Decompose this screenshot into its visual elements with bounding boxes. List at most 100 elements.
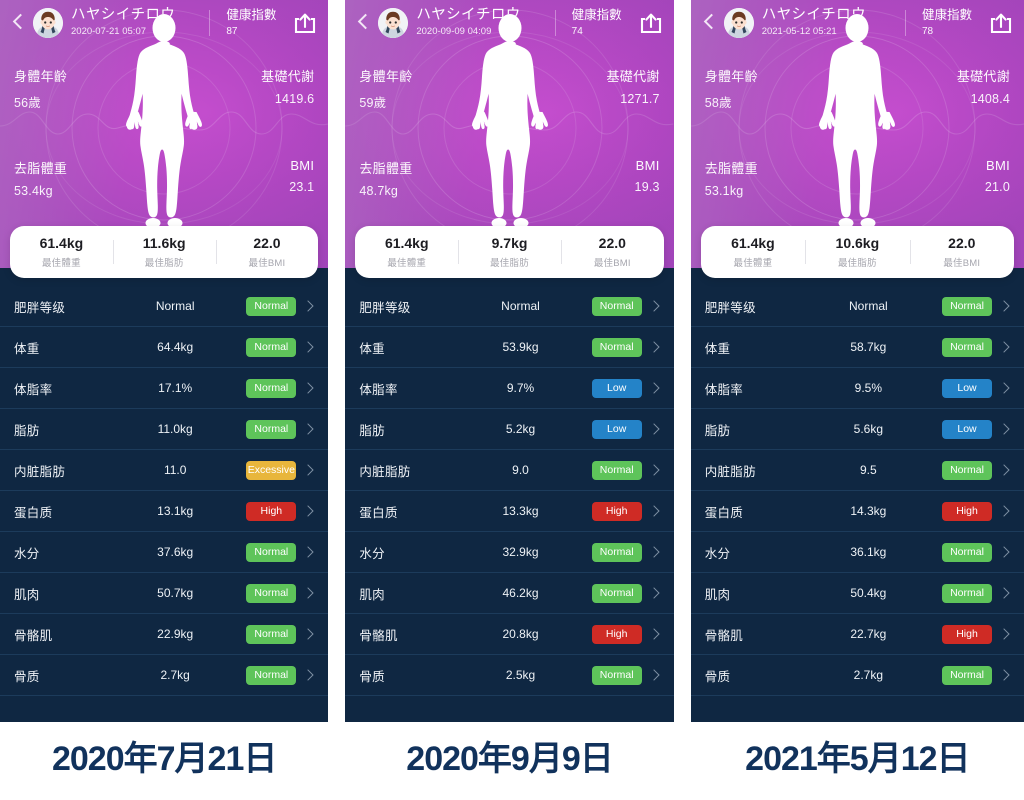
metric-label: 脂肪 [359, 423, 385, 438]
metric-row[interactable]: 肌肉 50.7kg Normal [0, 573, 329, 614]
chevron-right-icon[interactable] [300, 666, 318, 684]
status-badge: Normal [246, 419, 297, 439]
chevron-right-icon[interactable] [300, 584, 318, 602]
metric-value: 2.7kg [160, 668, 190, 682]
metric-value: 58.7kg [850, 340, 887, 354]
chevron-right-icon[interactable] [996, 584, 1014, 602]
metric-row[interactable]: 肌肉 46.2kg Normal [345, 573, 674, 614]
metric-row[interactable]: 脂肪 5.6kg Low [690, 409, 1024, 450]
chevron-right-icon[interactable] [646, 666, 664, 684]
metric-row[interactable]: 水分 32.9kg Normal [345, 532, 674, 573]
chevron-left-icon[interactable] [12, 12, 25, 34]
health-score-value: 74 [571, 25, 583, 37]
metrics-list: 肥胖等级 Normal Normal 体重 58.7kg Normal 体脂率 9.5% Low… [690, 278, 1024, 722]
chevron-right-icon[interactable] [646, 502, 664, 520]
metric-row[interactable]: 蛋白质 13.3kg High [345, 491, 674, 532]
metric-row[interactable]: 蛋白质 14.3kg High [690, 491, 1024, 532]
stat-bmi-label: BMI [986, 158, 1011, 173]
metric-row[interactable]: 蛋白质 13.1kg High [0, 491, 329, 532]
metric-row[interactable]: 肥胖等级 Normal Normal [345, 286, 674, 327]
chevron-right-icon[interactable] [996, 461, 1014, 479]
metric-row[interactable]: 体重 64.4kg Normal [0, 327, 329, 368]
stat-fat-free-mass-value: 53.1kg [704, 184, 744, 198]
metric-row[interactable]: 骨质 2.7kg Normal [690, 655, 1024, 696]
chevron-right-icon[interactable] [996, 625, 1014, 643]
metric-row[interactable]: 内脏脂肪 9.0 Normal [345, 450, 674, 491]
chevron-right-icon[interactable] [300, 379, 318, 397]
metrics-list: 肥胖等级 Normal Normal 体重 53.9kg Normal 体脂率 9.7% Low… [345, 278, 674, 722]
status-badge: Normal [591, 460, 642, 480]
metric-value: Normal [155, 299, 195, 313]
metric-row[interactable]: 肥胖等级 Normal Normal [690, 286, 1024, 327]
chevron-left-icon[interactable] [703, 12, 716, 34]
chevron-right-icon[interactable] [646, 297, 664, 315]
summary-item: 61.4kg 最佳體重 [701, 235, 805, 269]
chevron-right-icon[interactable] [646, 338, 664, 356]
metric-row[interactable]: 骨骼肌 22.7kg High [690, 614, 1024, 655]
metric-value: 36.1kg [850, 545, 887, 559]
metric-row[interactable]: 骨质 2.7kg Normal [0, 655, 329, 696]
chevron-right-icon[interactable] [996, 543, 1014, 561]
metric-row[interactable]: 体重 58.7kg Normal [690, 327, 1024, 368]
chevron-right-icon[interactable] [996, 420, 1014, 438]
comparison-column: ハヤシイチロウ 2020-07-21 05:07 健康指數 87 身體年齡 56… [0, 0, 329, 800]
chevron-right-icon[interactable] [300, 502, 318, 520]
chevron-right-icon[interactable] [646, 543, 664, 561]
chevron-right-icon[interactable] [996, 502, 1014, 520]
metric-row[interactable]: 体脂率 9.5% Low [690, 368, 1024, 409]
summary-item-value: 22.0 [253, 235, 281, 252]
chevron-right-icon[interactable] [646, 420, 664, 438]
avatar[interactable] [378, 8, 409, 38]
chevron-right-icon[interactable] [646, 461, 664, 479]
chevron-right-icon[interactable] [996, 379, 1014, 397]
summary-item: 10.6kg 最佳脂肪 [805, 235, 909, 269]
metric-row[interactable]: 肥胖等级 Normal Normal [0, 286, 329, 327]
metric-row[interactable]: 内脏脂肪 11.0 Excessive [0, 450, 329, 491]
metric-value: 9.7% [506, 381, 535, 395]
metric-row[interactable]: 骨骼肌 22.9kg Normal [0, 614, 329, 655]
metric-value: 46.2kg [502, 586, 539, 600]
summary-card: 61.4kg 最佳體重 10.6kg 最佳脂肪 22.0 最佳BMI [700, 226, 1015, 278]
chevron-right-icon[interactable] [996, 338, 1014, 356]
chevron-right-icon[interactable] [300, 338, 318, 356]
metric-value: 20.8kg [502, 627, 539, 641]
chevron-right-icon[interactable] [300, 297, 318, 315]
chevron-right-icon[interactable] [300, 543, 318, 561]
metric-value: 11.0 [163, 463, 187, 477]
metric-row[interactable]: 体脂率 17.1% Normal [0, 368, 329, 409]
metric-row[interactable]: 骨骼肌 20.8kg High [345, 614, 674, 655]
chevron-right-icon[interactable] [996, 666, 1014, 684]
metric-row[interactable]: 体脂率 9.7% Low [345, 368, 674, 409]
chevron-left-icon[interactable] [357, 12, 370, 34]
chevron-right-icon[interactable] [300, 625, 318, 643]
user-identity: ハヤシイチロウ 2021-05-12 05:21 [762, 7, 895, 39]
avatar[interactable] [33, 8, 63, 38]
chevron-right-icon[interactable] [646, 379, 664, 397]
metric-row[interactable]: 骨质 2.5kg Normal [345, 655, 674, 696]
metric-row[interactable]: 脂肪 5.2kg Low [345, 409, 674, 450]
metric-label: 骨骼肌 [704, 628, 744, 643]
stat-fat-free-mass: 去脂體重 53.1kg [705, 158, 758, 198]
status-badge: Normal [246, 296, 297, 316]
chevron-right-icon[interactable] [646, 625, 664, 643]
share-icon[interactable] [638, 10, 664, 36]
metric-row[interactable]: 肌肉 50.4kg Normal [690, 573, 1024, 614]
summary-item-label: 最佳體重 [733, 257, 773, 269]
metric-row[interactable]: 水分 36.1kg Normal [690, 532, 1024, 573]
summary-item-label: 最佳脂肪 [837, 257, 877, 269]
chevron-right-icon[interactable] [300, 461, 318, 479]
metric-row[interactable]: 内脏脂肪 9.5 Normal [690, 450, 1024, 491]
metric-row[interactable]: 水分 37.6kg Normal [0, 532, 329, 573]
chevron-right-icon[interactable] [646, 584, 664, 602]
avatar[interactable] [723, 8, 754, 38]
metric-value: 50.7kg [157, 586, 194, 600]
stat-bmr: 基礎代謝 1408.4 [957, 66, 1010, 106]
chevron-right-icon[interactable] [996, 297, 1014, 315]
share-icon[interactable] [292, 10, 318, 36]
metric-row[interactable]: 体重 53.9kg Normal [345, 327, 674, 368]
summary-item: 22.0 最佳BMI [910, 235, 1014, 269]
metric-row[interactable]: 脂肪 11.0kg Normal [0, 409, 329, 450]
chevron-right-icon[interactable] [300, 420, 318, 438]
panel-caption: 2021年5月12日 [745, 740, 970, 778]
share-icon[interactable] [988, 10, 1014, 36]
